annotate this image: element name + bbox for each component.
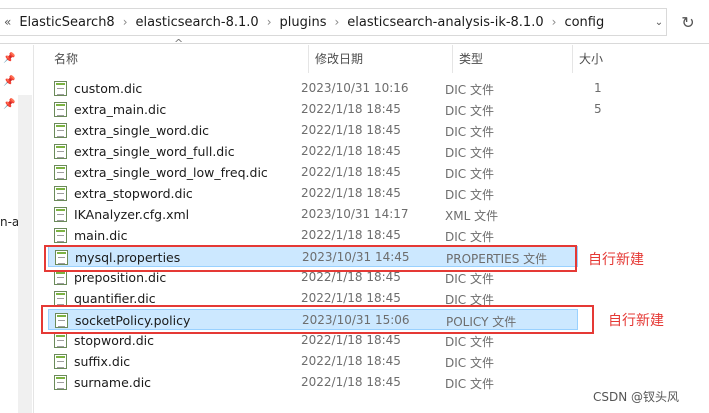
file-date: 2022/1/18 18:45 bbox=[301, 291, 401, 305]
breadcrumb-item-analysis-ik[interactable]: elasticsearch-analysis-ik-8.1.0 bbox=[347, 15, 543, 30]
file-type: XML 文件 bbox=[445, 209, 499, 223]
file-size: 1 bbox=[594, 81, 602, 95]
column-header-type[interactable]: 类型 bbox=[453, 45, 573, 73]
breadcrumb-item-elasticsearch-8-1-0[interactable]: elasticsearch-8.1.0 bbox=[136, 15, 259, 30]
column-header-row: ^ 名称 修改日期 类型 大小 bbox=[34, 37, 709, 73]
file-icon bbox=[54, 375, 67, 390]
file-row[interactable]: extra_main.dic 2022/1/18 18:45 DIC 文件 5 bbox=[48, 99, 602, 120]
file-type: DIC 文件 bbox=[445, 125, 494, 139]
file-type: DIC 文件 bbox=[445, 356, 494, 370]
file-type: DIC 文件 bbox=[445, 377, 494, 391]
file-type: DIC 文件 bbox=[445, 272, 494, 286]
file-icon bbox=[54, 228, 67, 243]
file-date: 2022/1/18 18:45 bbox=[301, 228, 401, 242]
file-icon bbox=[54, 270, 67, 285]
file-date: 2022/1/18 18:45 bbox=[301, 375, 401, 389]
file-date: 2022/1/18 18:45 bbox=[301, 354, 401, 368]
pin-icon: 📌 bbox=[3, 76, 16, 87]
file-row[interactable]: surname.dic 2022/1/18 18:45 DIC 文件 bbox=[48, 372, 578, 393]
file-row[interactable]: main.dic 2022/1/18 18:45 DIC 文件 bbox=[48, 225, 578, 246]
file-row[interactable]: custom.dic 2023/10/31 10:16 DIC 文件 1 bbox=[48, 78, 602, 99]
refresh-icon[interactable]: ↻ bbox=[675, 8, 701, 36]
file-date: 2022/1/18 18:45 bbox=[301, 165, 401, 179]
file-date: 2022/1/18 18:45 bbox=[301, 186, 401, 200]
breadcrumb[interactable]: « ElasticSearch8 › elasticsearch-8.1.0 ›… bbox=[0, 8, 667, 36]
address-dropdown-icon[interactable]: ⌄ bbox=[651, 8, 667, 36]
file-icon bbox=[54, 186, 67, 201]
file-icon bbox=[54, 291, 67, 306]
file-size: 5 bbox=[594, 102, 602, 116]
file-date: 2022/1/18 18:45 bbox=[301, 144, 401, 158]
file-row[interactable]: extra_stopword.dic 2022/1/18 18:45 DIC 文… bbox=[48, 183, 578, 204]
file-name: preposition.dic bbox=[74, 270, 167, 285]
file-date: 2023/10/31 10:16 bbox=[301, 81, 409, 95]
chevron-right-icon[interactable]: › bbox=[267, 15, 272, 29]
watermark: CSDN @钗头风 bbox=[593, 390, 680, 404]
file-name: extra_single_word_low_freq.dic bbox=[74, 165, 268, 180]
file-name: suffix.dic bbox=[74, 354, 131, 369]
file-row[interactable]: extra_single_word_full.dic 2022/1/18 18:… bbox=[48, 141, 578, 162]
file-type: DIC 文件 bbox=[445, 146, 494, 160]
file-name: extra_stopword.dic bbox=[74, 186, 193, 201]
file-icon bbox=[54, 207, 67, 222]
file-name: extra_main.dic bbox=[74, 102, 167, 117]
address-bar: « ElasticSearch8 › elasticsearch-8.1.0 ›… bbox=[0, 0, 709, 44]
file-name: main.dic bbox=[74, 228, 128, 243]
file-date: 2022/1/18 18:45 bbox=[301, 270, 401, 284]
file-icon bbox=[54, 81, 67, 96]
column-header-date[interactable]: 修改日期 bbox=[309, 45, 453, 73]
nav-item-partial[interactable]: n-a bbox=[0, 215, 19, 229]
pin-icon: 📌 bbox=[3, 99, 16, 110]
column-header-name[interactable]: 名称 bbox=[48, 45, 309, 73]
chevron-right-icon[interactable]: › bbox=[123, 15, 128, 29]
breadcrumb-item-plugins[interactable]: plugins bbox=[280, 15, 327, 30]
file-row[interactable]: extra_single_word_low_freq.dic 2022/1/18… bbox=[48, 162, 578, 183]
file-icon bbox=[54, 333, 67, 348]
file-date: 2022/1/18 18:45 bbox=[301, 333, 401, 347]
file-icon bbox=[54, 354, 67, 369]
file-row[interactable]: suffix.dic 2022/1/18 18:45 DIC 文件 bbox=[48, 351, 578, 372]
breadcrumb-item-config[interactable]: config bbox=[564, 15, 604, 30]
file-type: DIC 文件 bbox=[445, 335, 494, 349]
annotation-box bbox=[41, 305, 594, 334]
navigation-pane: 📌 📌 📌 n-a bbox=[0, 45, 34, 413]
chevron-right-icon[interactable]: › bbox=[334, 15, 339, 29]
file-icon bbox=[54, 123, 67, 138]
breadcrumb-item-elasticsearch8[interactable]: ElasticSearch8 bbox=[19, 15, 114, 30]
file-icon bbox=[54, 102, 67, 117]
annotation-label: 自行新建 bbox=[608, 313, 664, 329]
file-name: extra_single_word_full.dic bbox=[74, 144, 235, 159]
file-icon bbox=[54, 165, 67, 180]
breadcrumb-overflow-icon[interactable]: « bbox=[4, 15, 11, 29]
file-name: stopword.dic bbox=[74, 333, 154, 348]
nav-scrollbar[interactable] bbox=[18, 95, 32, 413]
file-name: surname.dic bbox=[74, 375, 152, 390]
pin-icon: 📌 bbox=[3, 53, 16, 64]
file-name: IKAnalyzer.cfg.xml bbox=[74, 207, 190, 222]
file-icon bbox=[54, 144, 67, 159]
file-type: DIC 文件 bbox=[445, 167, 494, 181]
file-row[interactable]: extra_single_word.dic 2022/1/18 18:45 DI… bbox=[48, 120, 578, 141]
file-type: DIC 文件 bbox=[445, 188, 494, 202]
file-type: DIC 文件 bbox=[445, 104, 494, 118]
chevron-right-icon[interactable]: › bbox=[552, 15, 557, 29]
file-type: DIC 文件 bbox=[445, 83, 494, 97]
column-header-size[interactable]: 大小 bbox=[573, 45, 709, 73]
file-date: 2022/1/18 18:45 bbox=[301, 123, 401, 137]
file-row[interactable]: IKAnalyzer.cfg.xml 2023/10/31 14:17 XML … bbox=[48, 204, 578, 225]
annotation-label: 自行新建 bbox=[588, 252, 644, 268]
annotation-box bbox=[44, 245, 577, 272]
file-name: custom.dic bbox=[74, 81, 143, 96]
file-date: 2022/1/18 18:45 bbox=[301, 102, 401, 116]
file-type: DIC 文件 bbox=[445, 230, 494, 244]
file-name: extra_single_word.dic bbox=[74, 123, 210, 138]
file-name: quantifier.dic bbox=[74, 291, 156, 306]
file-date: 2023/10/31 14:17 bbox=[301, 207, 409, 221]
